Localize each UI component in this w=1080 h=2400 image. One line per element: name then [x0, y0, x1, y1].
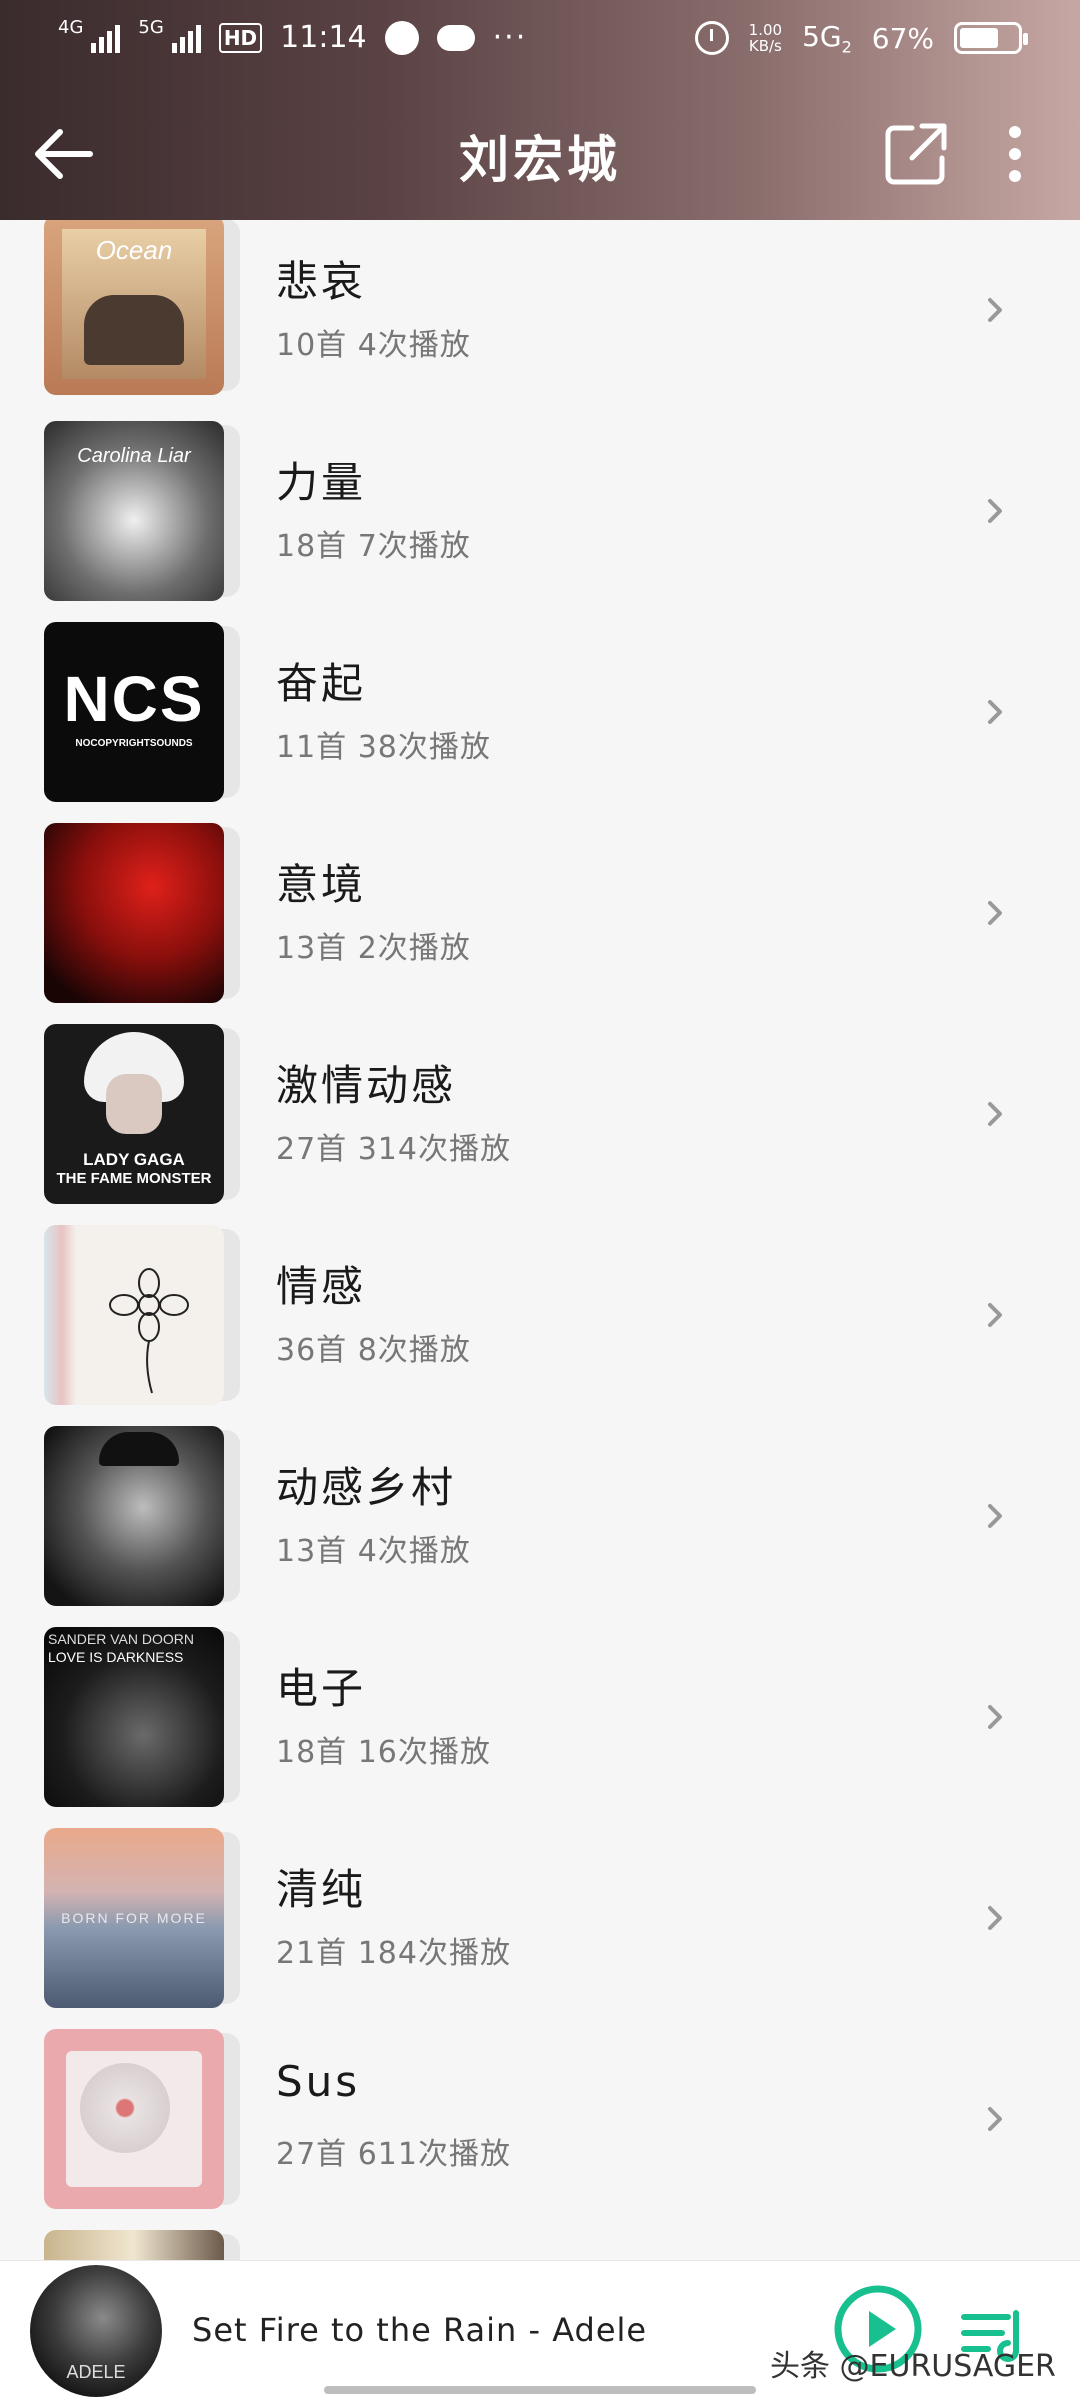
playlist-title: 清纯	[276, 1865, 367, 1914]
home-indicator[interactable]	[324, 2386, 756, 2394]
playlist-title: 意境	[276, 860, 367, 909]
more-options-button[interactable]	[990, 120, 1040, 188]
playlist-item-2[interactable]: NCS NOCOPYRIGHTSOUNDS 奋起 11首 38次播放	[0, 622, 1080, 823]
alarm-icon	[694, 21, 729, 56]
playlist-item-7[interactable]: SANDER VAN DOORN LOVE IS DARKNESS 电子 18首…	[0, 1627, 1080, 1828]
signal-icon-2	[171, 23, 201, 53]
share-icon	[885, 123, 947, 185]
playlist-title: 激情动感	[276, 1061, 457, 1110]
battery-icon	[954, 22, 1028, 55]
now-playing-cover[interactable]: ADELE	[30, 2265, 162, 2397]
playlist-cover: Ocean	[44, 220, 224, 395]
status-bar: 4G 5G HD 11:14 ··· 1.00 KB/s 5G2 67%	[0, 0, 1080, 86]
playlist-cover	[44, 1225, 224, 1405]
chevron-right-icon	[988, 1906, 1002, 1930]
playlist-cover: NCS NOCOPYRIGHTSOUNDS	[44, 622, 224, 802]
watermark: 头条 @EURUSAGER	[770, 2349, 1056, 2384]
playlist-meta: 10首 4次播放	[276, 328, 471, 363]
nav-bar: 刘宏城	[0, 100, 1080, 210]
playlist-title: 奋起	[276, 659, 367, 708]
playlist-item-3[interactable]: 意境 13首 2次播放	[0, 823, 1080, 1024]
network-speed: 1.00 KB/s	[748, 21, 783, 56]
playlist-meta: 18首 7次播放	[276, 529, 471, 564]
playlist-cover	[44, 2029, 224, 2209]
playlist-cover	[44, 1426, 224, 1606]
chevron-right-icon	[988, 1705, 1002, 1729]
app-notification-icon	[384, 20, 419, 55]
chevron-right-icon	[988, 499, 1002, 523]
playlist-item-1[interactable]: Carolina Liar 力量 18首 7次播放	[0, 421, 1080, 622]
playlist-meta: 13首 2次播放	[276, 931, 471, 966]
playlist-cover: SANDER VAN DOORN LOVE IS DARKNESS	[44, 1627, 224, 1807]
playlist-meta: 13首 4次播放	[276, 1534, 471, 1569]
playlist-cover: Carolina Liar	[44, 421, 224, 601]
playlist-title: 悲哀	[276, 257, 367, 306]
app-header: 4G 5G HD 11:14 ··· 1.00 KB/s 5G2 67% 刘宏城	[0, 0, 1080, 220]
battery-percent: 67%	[871, 21, 934, 55]
status-time: 11:14	[280, 20, 367, 55]
vertical-dots-icon	[990, 126, 1040, 182]
playlist-meta: 21首 184次播放	[276, 1936, 511, 1971]
share-button[interactable]	[882, 120, 950, 188]
playlist-list: Ocean 悲哀 10首 4次播放 Carolina Liar 力量 18首 7…	[0, 220, 1080, 2260]
playlist-title: 电子	[276, 1664, 367, 1713]
playlist-meta: 27首 314次播放	[276, 1132, 511, 1167]
mini-player[interactable]: ADELE Set Fire to the Rain - Adele 头条 @E…	[0, 2260, 1080, 2400]
cloud-notification-icon	[436, 24, 475, 51]
chevron-right-icon	[988, 1504, 1002, 1528]
more-notifications-icon: ···	[492, 20, 528, 55]
playlist-title: 力量	[276, 458, 367, 507]
hd-voice-icon: HD	[218, 22, 263, 53]
chevron-right-icon	[988, 2107, 1002, 2131]
chevron-right-icon	[988, 1102, 1002, 1126]
playlist-title: 情感	[276, 1262, 367, 1311]
network-2-label: 5G	[138, 17, 164, 38]
playlist-meta: 27首 611次播放	[276, 2137, 511, 2172]
playlist-title: 动感乡村	[276, 1463, 457, 1512]
playlist-item-partial[interactable]	[0, 2230, 1080, 2260]
chevron-right-icon	[988, 901, 1002, 925]
now-playing-title[interactable]: Set Fire to the Rain - Adele	[192, 2311, 647, 2349]
chevron-right-icon	[988, 298, 1002, 322]
playlist-item-9[interactable]: Sus 27首 611次播放	[0, 2029, 1080, 2230]
playlist-item-4[interactable]: LADY GAGA THE FAME MONSTER 激情动感 27首 314次…	[0, 1024, 1080, 1225]
playlist-item-8[interactable]: BORN FOR MORE 清纯 21首 184次播放	[0, 1828, 1080, 2029]
playlist-meta: 18首 16次播放	[276, 1735, 491, 1770]
playlist-cover: LADY GAGA THE FAME MONSTER	[44, 1024, 224, 1204]
playlist-meta: 36首 8次播放	[276, 1333, 471, 1368]
now-playing-cover-label: ADELE	[66, 2362, 126, 2382]
playlist-item-5[interactable]: 情感 36首 8次播放	[0, 1225, 1080, 1426]
signal-icon	[91, 23, 121, 53]
playlist-item-0[interactable]: Ocean 悲哀 10首 4次播放	[0, 220, 1080, 421]
playlist-cover: BORN FOR MORE	[44, 1828, 224, 2008]
network-3-label: 5G2	[802, 20, 852, 57]
playlist-item-6[interactable]: 动感乡村 13首 4次播放	[0, 1426, 1080, 1627]
chevron-right-icon	[988, 1303, 1002, 1327]
playlist-cover	[44, 2230, 224, 2260]
chevron-right-icon	[988, 700, 1002, 724]
playlist-title: Sus	[276, 2057, 361, 2106]
playlist-cover	[44, 823, 224, 1003]
network-1-label: 4G	[58, 17, 84, 38]
playlist-meta: 11首 38次播放	[276, 730, 491, 765]
